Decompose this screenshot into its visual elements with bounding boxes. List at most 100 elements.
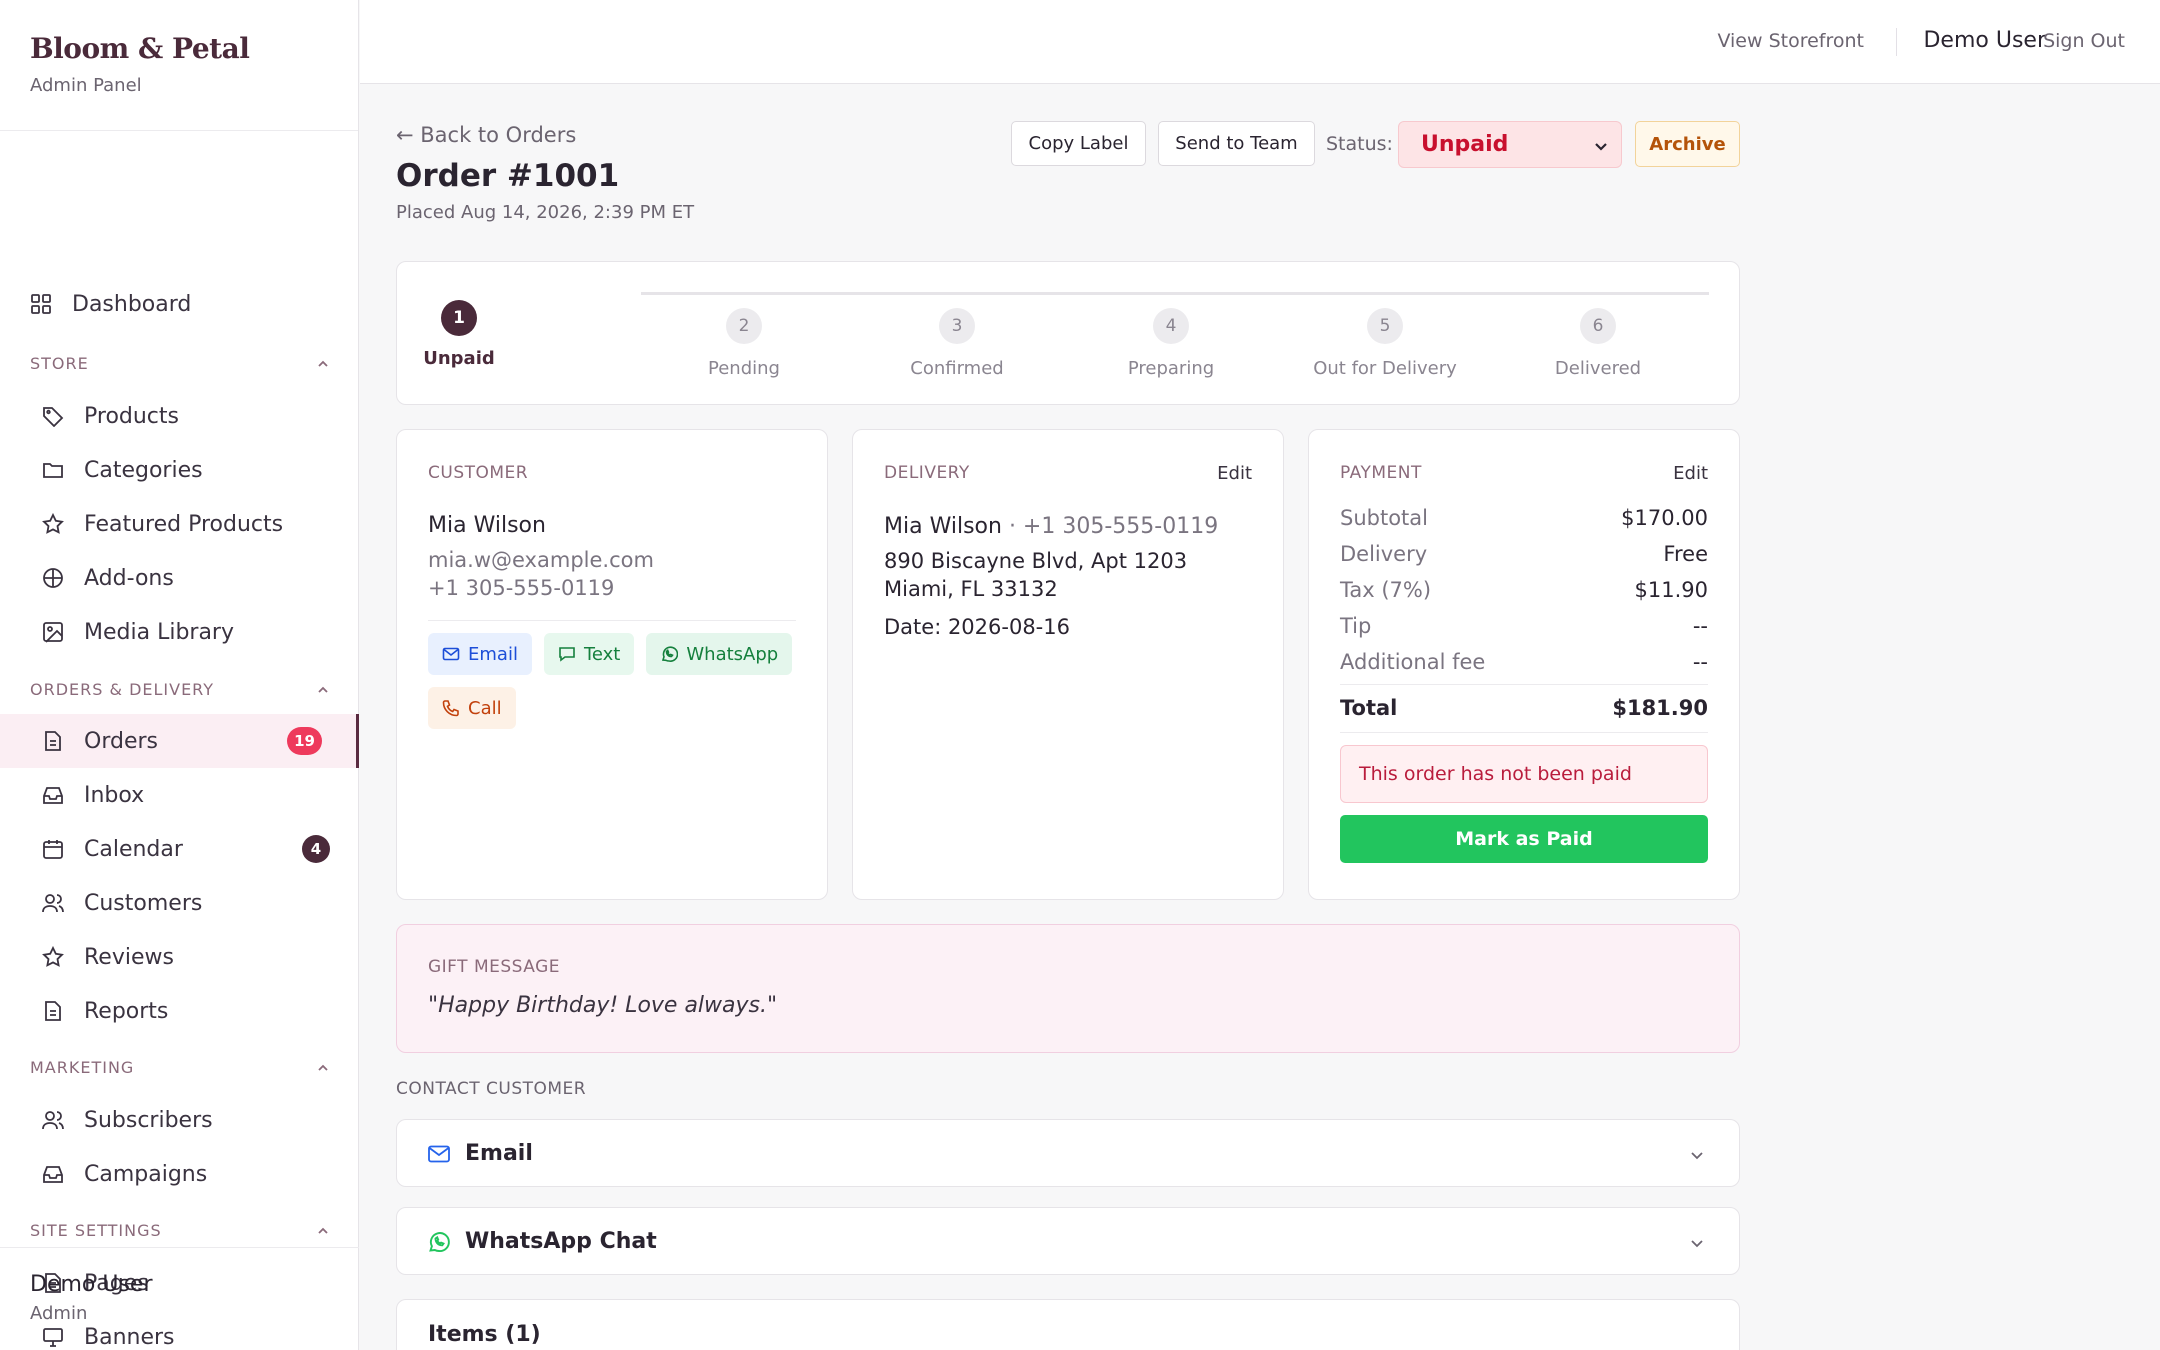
- sign-out-link[interactable]: Sign Out: [2043, 30, 2125, 52]
- brand: Bloom & Petal Admin Panel: [0, 0, 358, 131]
- tag-icon: [43, 407, 64, 427]
- topbar-divider: [1896, 28, 1897, 56]
- sidebar-user-role: Admin: [30, 1303, 88, 1324]
- total-label: Total: [1340, 696, 1398, 720]
- sidebar-item-reports[interactable]: Reports: [0, 984, 359, 1038]
- mail-icon: [428, 1145, 450, 1163]
- sidebar-item-categories[interactable]: Categories: [0, 443, 359, 497]
- brand-subtitle: Admin Panel: [30, 75, 142, 96]
- delivery-header: DELIVERY: [884, 463, 970, 483]
- section-store[interactable]: STORE: [30, 354, 330, 373]
- send-to-team-button[interactable]: Send to Team: [1158, 121, 1315, 166]
- call-customer-button[interactable]: Call: [428, 687, 516, 729]
- whatsapp-accordion[interactable]: WhatsApp Chat: [396, 1207, 1740, 1275]
- text-customer-button[interactable]: Text: [543, 633, 635, 675]
- payment-value: Free: [1663, 542, 1708, 566]
- sidebar-item-products[interactable]: Products: [0, 389, 359, 443]
- payment-label: Delivery: [1340, 542, 1428, 566]
- sidebar-item-label: Reports: [84, 998, 169, 1024]
- sidebar-user-name: Demo User: [30, 1272, 153, 1297]
- globe-icon: [43, 568, 63, 588]
- delivery-address-line1: 890 Biscayne Blvd, Apt 1203: [884, 549, 1188, 573]
- section-title: SITE SETTINGS: [30, 1221, 162, 1240]
- sidebar-user[interactable]: Demo User Admin: [0, 1247, 359, 1350]
- accordion-title: Email: [465, 1140, 533, 1166]
- whatsapp-customer-button[interactable]: WhatsApp: [646, 633, 793, 675]
- calendar-icon: [43, 840, 63, 859]
- inbox-icon: [43, 787, 63, 804]
- unpaid-alert: This order has not been paid: [1340, 745, 1708, 803]
- sidebar-item-inbox[interactable]: Inbox: [0, 768, 359, 822]
- payment-label: Tax (7%): [1340, 578, 1432, 602]
- progress-track: [641, 292, 1709, 295]
- status-select[interactable]: Unpaid: [1398, 121, 1622, 168]
- users-icon: [42, 1111, 64, 1130]
- chip-label: Call: [468, 697, 502, 719]
- sidebar-item-dashboard[interactable]: Dashboard: [0, 277, 359, 331]
- sidebar-item-customers[interactable]: Customers: [0, 876, 359, 930]
- inbox-icon: [43, 1166, 63, 1183]
- sidebar-item-label: Reviews: [84, 944, 174, 970]
- contact-chips: Email Text WhatsApp Call: [428, 633, 796, 729]
- email-accordion[interactable]: Email: [396, 1119, 1740, 1187]
- brand-title[interactable]: Bloom & Petal: [30, 32, 358, 65]
- folder-icon: [43, 463, 63, 478]
- section-title: ORDERS & DELIVERY: [30, 680, 215, 699]
- delivery-recipient-name: Mia Wilson: [884, 514, 1002, 539]
- section-site-settings[interactable]: SITE SETTINGS: [30, 1221, 330, 1240]
- archive-button[interactable]: Archive: [1635, 121, 1740, 167]
- payment-label: Additional fee: [1340, 650, 1486, 674]
- payment-header: PAYMENT: [1340, 463, 1422, 483]
- sidebar-item-subscribers[interactable]: Subscribers: [0, 1093, 359, 1147]
- sidebar-item-label: Featured Products: [84, 511, 284, 537]
- edit-payment-button[interactable]: Edit: [1673, 463, 1708, 484]
- sidebar-item-label: Categories: [84, 457, 203, 483]
- gift-message-card: GIFT MESSAGE "Happy Birthday! Love alway…: [396, 924, 1740, 1053]
- chevron-up-icon: [318, 686, 328, 693]
- sidebar-item-featured-products[interactable]: Featured Products: [0, 497, 359, 551]
- sidebar-item-add-ons[interactable]: Add-ons: [0, 551, 359, 605]
- step-number: 4: [1153, 308, 1189, 344]
- step-preparing: 4 Preparing: [1081, 308, 1261, 379]
- step-label: Delivered: [1554, 358, 1642, 379]
- step-unpaid: 1 Unpaid: [399, 300, 519, 369]
- step-label: Pending: [708, 358, 780, 379]
- section-marketing[interactable]: MARKETING: [30, 1058, 330, 1077]
- total-value: $181.90: [1612, 696, 1708, 720]
- sidebar-item-reviews[interactable]: Reviews: [0, 930, 359, 984]
- customer-phone[interactable]: +1 305-555-0119: [428, 576, 796, 600]
- sidebar-item-orders[interactable]: Orders 19: [0, 714, 359, 768]
- chip-label: Text: [583, 643, 621, 665]
- delivery-card: DELIVERY Edit Mia Wilson · +1 305-555-01…: [852, 429, 1284, 900]
- section-title: MARKETING: [30, 1058, 135, 1077]
- star-icon: [42, 513, 64, 534]
- delivery-recipient-phone: · +1 305-555-0119: [1008, 514, 1219, 539]
- back-to-orders-link[interactable]: ← Back to Orders: [396, 123, 576, 147]
- customer-email[interactable]: mia.w@example.com: [428, 548, 796, 572]
- topbar-user[interactable]: Demo User: [1923, 28, 2046, 53]
- edit-delivery-button[interactable]: Edit: [1217, 463, 1252, 484]
- chip-label: Email: [468, 643, 518, 665]
- step-number: 5: [1367, 308, 1403, 344]
- page-title: Order #1001: [396, 158, 620, 194]
- sidebar-item-campaigns[interactable]: Campaigns: [0, 1147, 359, 1201]
- calendar-count-badge: 4: [302, 835, 330, 863]
- payment-value: $170.00: [1621, 506, 1708, 530]
- sidebar-item-calendar[interactable]: Calendar 4: [0, 822, 359, 876]
- payment-row-tip: Tip --: [1340, 614, 1708, 638]
- sidebar-item-media-library[interactable]: Media Library: [0, 605, 359, 659]
- view-storefront-link[interactable]: View Storefront: [1717, 30, 1864, 52]
- section-orders-delivery[interactable]: ORDERS & DELIVERY: [30, 680, 330, 699]
- sidebar-item-label: Subscribers: [84, 1107, 213, 1133]
- items-card: Items (1): [396, 1299, 1740, 1350]
- delivery-address-line2: Miami, FL 33132: [884, 577, 1058, 601]
- payment-label: Subtotal: [1340, 506, 1428, 530]
- email-customer-button[interactable]: Email: [428, 633, 532, 675]
- mark-as-paid-button[interactable]: Mark as Paid: [1340, 815, 1708, 863]
- mail-icon: [442, 647, 460, 661]
- copy-label-button[interactable]: Copy Label: [1011, 121, 1146, 166]
- step-delivered: 6 Delivered: [1508, 308, 1688, 379]
- step-label: Preparing: [1127, 358, 1215, 379]
- grid-icon: [31, 294, 51, 314]
- chevron-up-icon: [318, 1064, 328, 1071]
